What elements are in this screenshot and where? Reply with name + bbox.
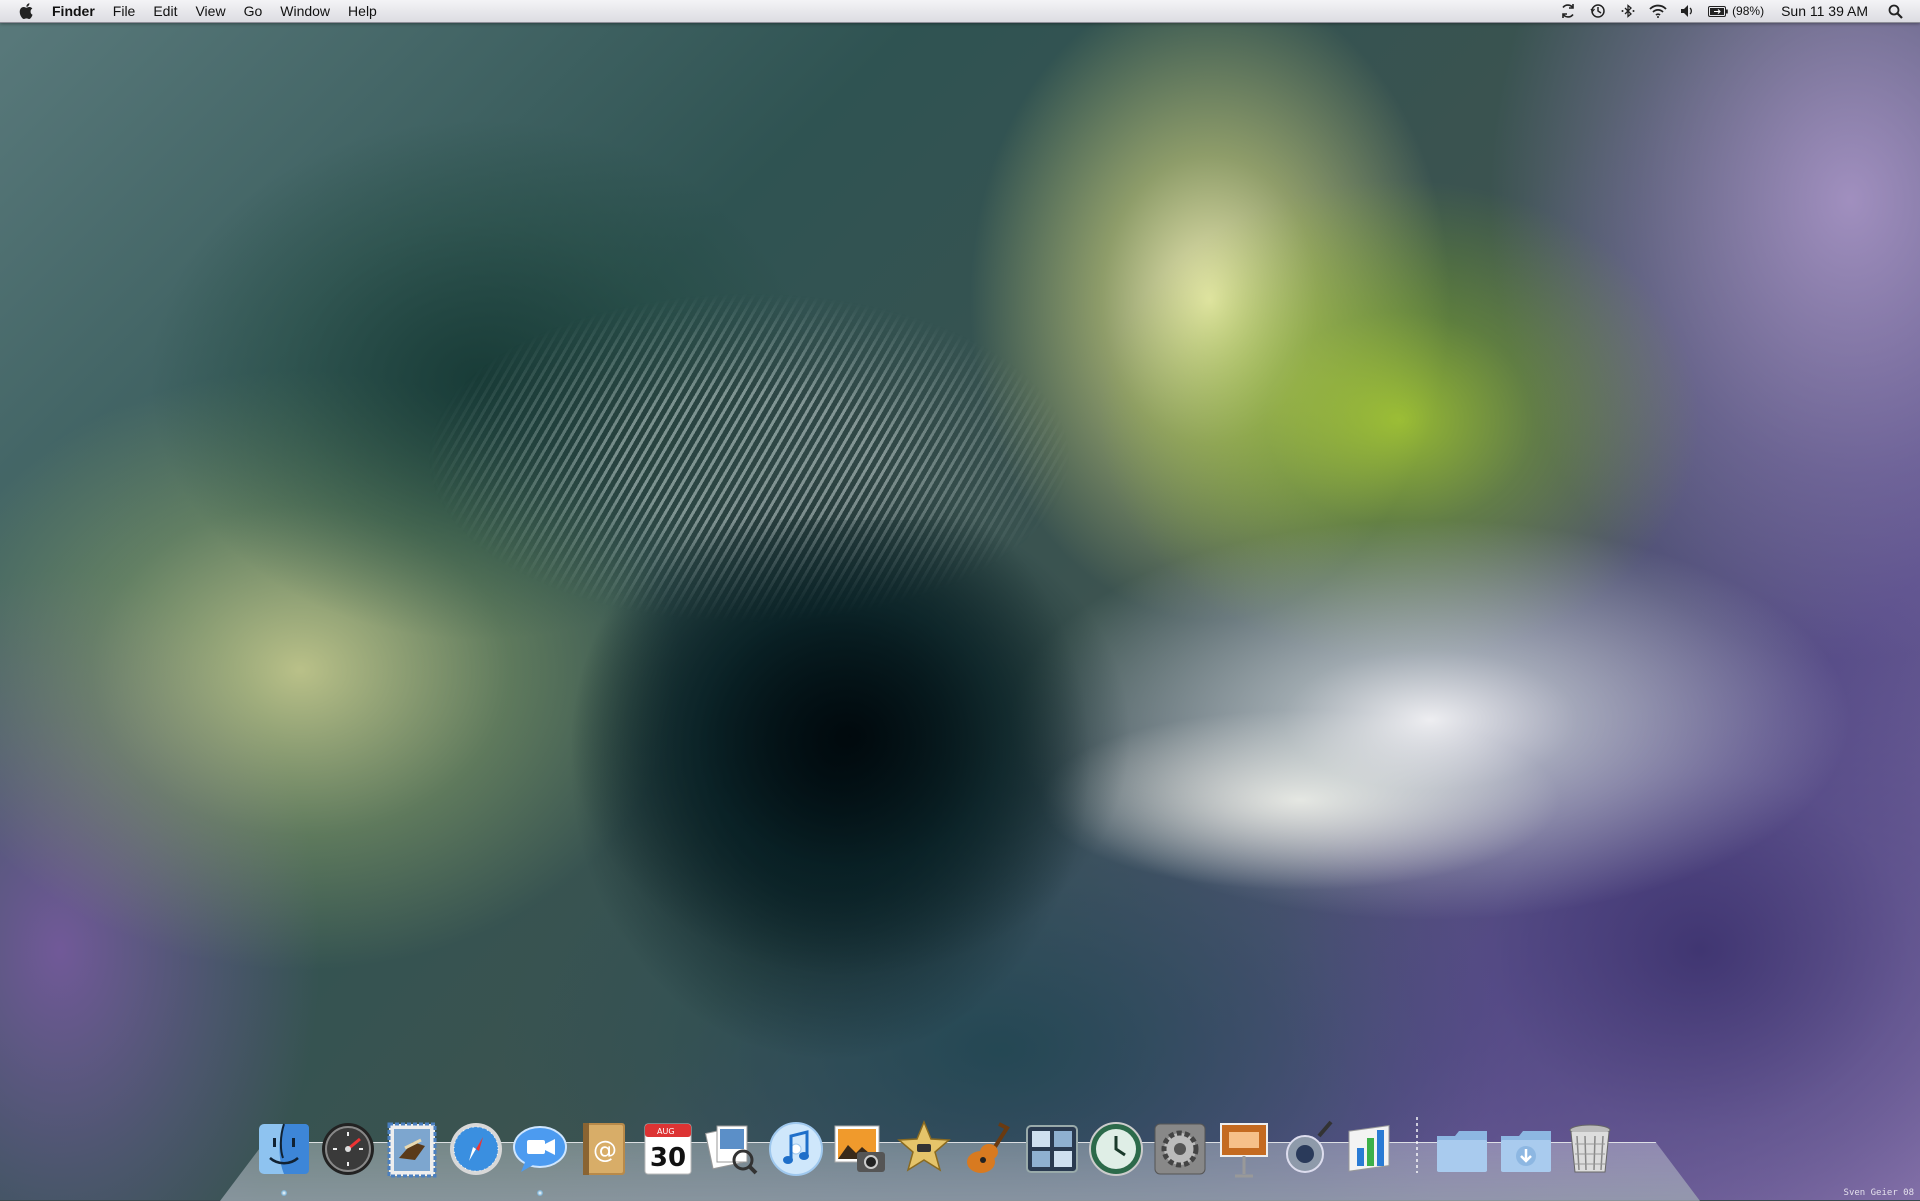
menu-bar-right: (98%) Sun 11 39 AM <box>1553 0 1910 22</box>
apple-menu-icon[interactable] <box>18 2 34 20</box>
desktop-wallpaper <box>0 0 1920 1200</box>
menu-go[interactable]: Go <box>235 0 272 22</box>
dock-stack-applications[interactable] <box>1433 1118 1491 1180</box>
menu-help[interactable]: Help <box>339 0 386 22</box>
menu-window[interactable]: Window <box>271 0 339 22</box>
menu-bar-left: Finder File Edit View Go Window Help <box>18 0 386 22</box>
menu-bar: Finder File Edit View Go Window Help (98… <box>0 0 1920 23</box>
wifi-icon[interactable] <box>1648 0 1668 22</box>
dock-item-ical[interactable]: AUG 30 <box>639 1118 697 1180</box>
dock-item-iphoto[interactable] <box>831 1118 889 1180</box>
finder-icon <box>259 1123 309 1174</box>
folder-icon <box>1437 1131 1487 1172</box>
dock-trash[interactable] <box>1561 1118 1619 1180</box>
time-machine-app-icon <box>1089 1122 1143 1176</box>
keynote-icon <box>1220 1123 1268 1178</box>
dock-separator <box>1416 1117 1418 1173</box>
trash-icon <box>1569 1124 1611 1173</box>
spotlight-icon[interactable] <box>1885 0 1905 22</box>
iphoto-icon <box>834 1125 885 1172</box>
dock-item-spaces[interactable] <box>1023 1118 1081 1180</box>
dock-item-aperture[interactable] <box>1279 1118 1337 1180</box>
dock-item-itunes[interactable] <box>767 1118 825 1180</box>
dock-item-address-book[interactable]: @ <box>575 1118 633 1180</box>
dock-item-mail[interactable] <box>383 1118 441 1180</box>
aperture-icon <box>1286 1120 1333 1173</box>
dock-item-dashboard[interactable] <box>319 1118 377 1180</box>
wallpaper-credit: Sven Geier 08 <box>1843 1188 1914 1198</box>
ical-month: AUG <box>657 1127 675 1136</box>
ichat-icon <box>513 1126 567 1172</box>
ical-icon: AUG 30 <box>644 1123 692 1175</box>
menu-app-finder[interactable]: Finder <box>52 0 104 22</box>
numbers-icon <box>1348 1124 1390 1172</box>
battery-icon <box>1708 5 1728 17</box>
downloads-folder-icon <box>1501 1131 1551 1172</box>
volume-icon[interactable] <box>1678 0 1698 22</box>
menu-file[interactable]: File <box>104 0 145 22</box>
dock-item-safari[interactable] <box>447 1118 505 1180</box>
bluetooth-icon[interactable] <box>1618 0 1638 22</box>
mail-icon <box>387 1122 437 1178</box>
battery-percent: (98%) <box>1732 4 1765 18</box>
itunes-icon <box>769 1122 823 1176</box>
dock-item-garageband[interactable] <box>959 1118 1017 1180</box>
menu-edit[interactable]: Edit <box>144 0 186 22</box>
running-indicator <box>281 1190 287 1196</box>
dock-item-imovie[interactable] <box>895 1118 953 1180</box>
dashboard-icon <box>322 1123 374 1175</box>
dock-item-system-preferences[interactable] <box>1151 1118 1209 1180</box>
safari-icon <box>450 1123 502 1175</box>
wallpaper-heart <box>570 520 1130 1000</box>
spaces-icon <box>1026 1125 1078 1173</box>
battery-status[interactable]: (98%) <box>1708 4 1764 18</box>
dock-item-ichat[interactable] <box>511 1118 569 1196</box>
system-preferences-icon <box>1154 1123 1206 1175</box>
address-book-icon: @ <box>583 1123 625 1175</box>
sync-icon[interactable] <box>1558 0 1578 22</box>
dock-item-time-machine[interactable] <box>1087 1118 1145 1180</box>
preview-icon <box>704 1125 758 1175</box>
dock-item-preview[interactable] <box>703 1118 761 1180</box>
menu-view[interactable]: View <box>186 0 234 22</box>
dock: @ AUG 30 <box>252 1110 1622 1196</box>
dock-item-numbers[interactable] <box>1343 1118 1401 1180</box>
dock-item-keynote[interactable] <box>1215 1118 1273 1180</box>
time-machine-icon[interactable] <box>1588 0 1608 22</box>
imovie-icon <box>897 1120 951 1172</box>
running-indicator <box>537 1190 543 1196</box>
dock-stack-downloads[interactable] <box>1497 1118 1555 1180</box>
dock-item-finder[interactable] <box>255 1118 313 1196</box>
ical-day: 30 <box>650 1143 686 1173</box>
garageband-icon <box>967 1122 1010 1173</box>
menu-clock[interactable]: Sun 11 39 AM <box>1781 3 1868 19</box>
svg-text:@: @ <box>593 1136 617 1164</box>
